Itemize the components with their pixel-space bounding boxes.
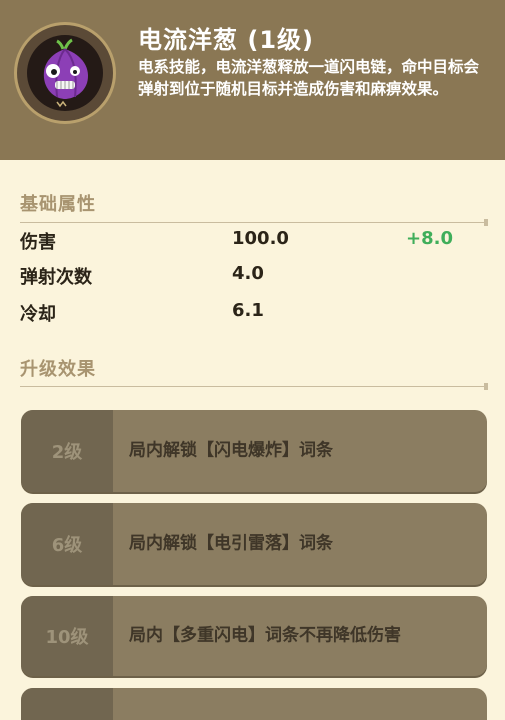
upgrade-level-label: 6级 [51,535,83,556]
stat-value: 4.0 [232,263,264,284]
upgrade-level-badge: 2级 [21,410,113,492]
upgrade-level-label: 10级 [45,627,89,648]
skill-description: 电系技能，电流洋葱释放一道闪电链，命中目标会弹射到位于随机目标并造成伤害和麻痹效… [138,58,480,98]
upgrade-level-badge: 10级 [21,596,113,676]
stat-label: 弹射次数 [20,267,92,288]
stat-label: 冷却 [20,304,56,325]
stat-bonus: +8.0 [406,228,453,249]
skill-title: 电流洋葱 (1级) [138,26,314,54]
stat-row-cooldown: 冷却 6.1 [20,296,490,330]
upgrade-description: 局内【多重闪电】词条不再降低伤害 [129,625,401,646]
upgrade-card-level-10[interactable]: 10级 局内【多重闪电】词条不再降低伤害 [21,596,487,676]
base-attributes-title: 基础属性 [20,194,96,215]
section-divider [20,383,488,390]
upgrade-description: 局内解锁【电引雷落】词条 [129,533,333,554]
upgrade-card-partial[interactable] [21,688,487,720]
skill-header: 电流洋葱 (1级) 电系技能，电流洋葱释放一道闪电链，命中目标会弹射到位于随机目… [0,0,505,160]
stat-row-bounces: 弹射次数 4.0 [20,259,490,293]
upgrade-card-level-2[interactable]: 2级 局内解锁【闪电爆炸】词条 [21,410,487,492]
upgrades-title: 升级效果 [20,359,96,380]
stat-row-damage: 伤害 100.0 +8.0 [20,224,490,258]
upgrade-level-badge: 6级 [21,503,113,585]
upgrade-level-label: 2级 [51,442,83,463]
upgrade-level-badge [21,688,113,720]
stat-value: 6.1 [232,300,264,321]
skill-avatar [14,22,116,124]
stat-value: 100.0 [232,228,289,249]
electric-onion-icon [27,35,103,111]
upgrade-description: 局内解锁【闪电爆炸】词条 [129,440,333,461]
stat-label: 伤害 [20,232,56,253]
upgrade-card-level-6[interactable]: 6级 局内解锁【电引雷落】词条 [21,503,487,585]
section-divider [20,219,488,226]
